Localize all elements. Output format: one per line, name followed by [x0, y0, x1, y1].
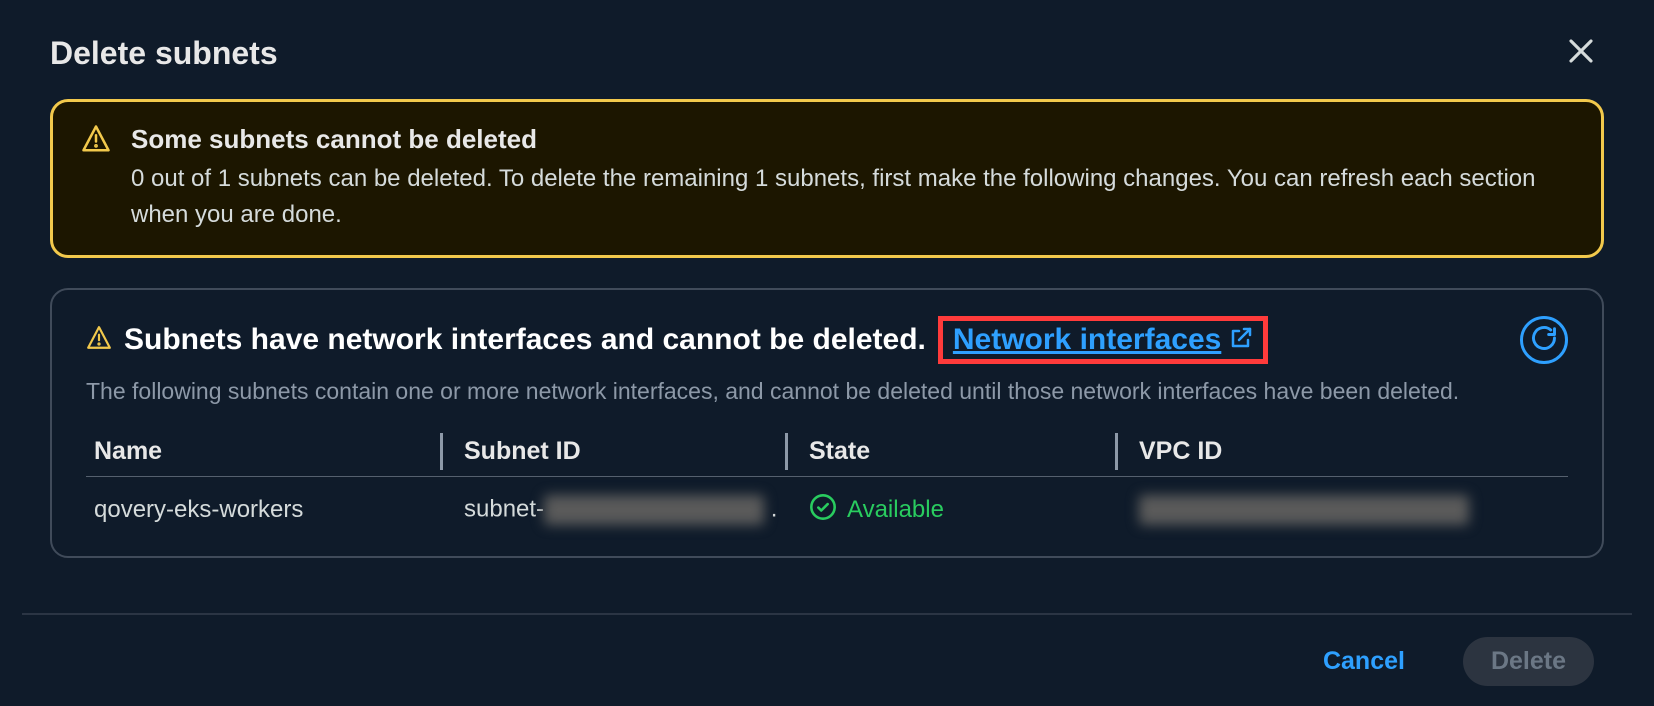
- network-interfaces-link-highlight: Network interfaces: [938, 316, 1268, 364]
- state-text: Available: [847, 496, 944, 524]
- col-header-state[interactable]: State: [801, 427, 1131, 477]
- external-link-icon: [1229, 326, 1253, 355]
- delete-subnets-dialog: Delete subnets Some subnets cannot be de…: [22, 18, 1632, 696]
- col-header-name[interactable]: Name: [86, 427, 456, 477]
- dialog-header: Delete subnets: [22, 18, 1632, 99]
- delete-button[interactable]: Delete: [1463, 637, 1594, 686]
- close-button[interactable]: [1558, 28, 1604, 79]
- table-row[interactable]: qovery-eks-workers subnet- . Available: [86, 476, 1568, 548]
- redacted-vpc-id: [1139, 495, 1469, 525]
- check-circle-icon: [809, 493, 837, 528]
- warning-icon: [81, 124, 111, 233]
- cancel-button[interactable]: Cancel: [1295, 637, 1433, 686]
- section-description: The following subnets contain one or mor…: [86, 374, 1568, 409]
- subnet-id-prefix: subnet-: [464, 495, 544, 522]
- network-interfaces-link[interactable]: Network interfaces: [953, 323, 1221, 357]
- col-header-subnet-id[interactable]: Subnet ID: [456, 427, 801, 477]
- warning-alert: Some subnets cannot be deleted 0 out of …: [50, 99, 1604, 258]
- cell-name: qovery-eks-workers: [86, 476, 456, 548]
- close-icon: [1566, 53, 1596, 70]
- cell-subnet-id: subnet- .: [456, 476, 801, 548]
- dialog-title: Delete subnets: [50, 35, 278, 72]
- dialog-footer: Cancel Delete: [22, 613, 1632, 696]
- warning-icon: [86, 325, 112, 356]
- refresh-button[interactable]: [1520, 316, 1568, 364]
- cell-vpc-id: [1131, 476, 1568, 548]
- alert-title: Some subnets cannot be deleted: [131, 124, 1573, 155]
- subnets-table: Name Subnet ID State VPC ID qovery-eks-w…: [86, 427, 1568, 548]
- section-title: Subnets have network interfaces and cann…: [124, 323, 926, 357]
- network-interfaces-section: Subnets have network interfaces and cann…: [50, 288, 1604, 558]
- col-header-vpc-id[interactable]: VPC ID: [1131, 427, 1568, 477]
- alert-text: 0 out of 1 subnets can be deleted. To de…: [131, 161, 1573, 233]
- redacted-subnet-id: [544, 495, 764, 525]
- refresh-icon: [1530, 324, 1558, 357]
- cell-state: Available: [801, 477, 1131, 548]
